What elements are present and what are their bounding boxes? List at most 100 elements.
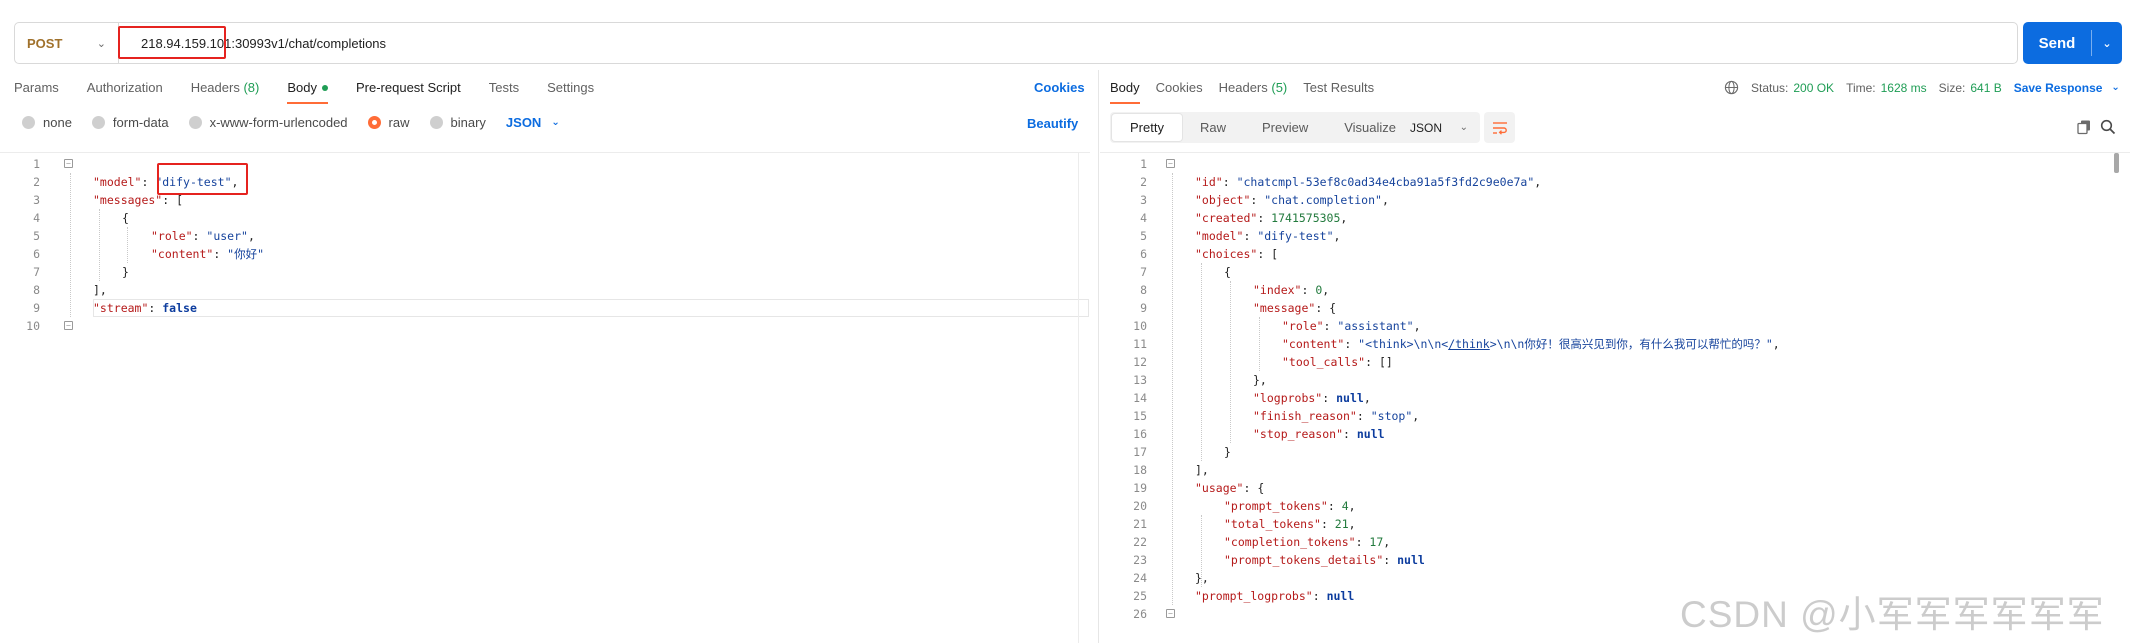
globe-icon[interactable] [1724, 80, 1739, 95]
json-null: null [1356, 427, 1385, 441]
indent-guide [99, 209, 100, 281]
json-key: "content" [151, 247, 214, 261]
view-pretty[interactable]: Pretty [1112, 114, 1182, 141]
body-format-select[interactable]: JSON ⌄ [506, 115, 560, 130]
json-null: null [1397, 553, 1425, 567]
tab-test-results[interactable]: Test Results [1303, 80, 1374, 95]
line-number: 20 [1133, 499, 1147, 513]
view-raw[interactable]: Raw [1182, 114, 1244, 141]
json-null: null [1326, 589, 1355, 603]
indent-guide [127, 227, 128, 263]
url-highlight-box [118, 26, 226, 59]
cookies-link[interactable]: Cookies [1034, 80, 1085, 95]
tab-count: (8) [243, 80, 260, 95]
code-line: } [1224, 445, 1231, 459]
line-number: 2 [33, 175, 40, 189]
search-icon[interactable] [2100, 119, 2116, 140]
fold-icon[interactable]: – [64, 321, 73, 330]
tab-label: Cookies [1155, 80, 1203, 95]
json-string: "<think>\n\n< [1358, 337, 1449, 351]
line-number: 8 [33, 283, 40, 297]
json-boolean: false [162, 301, 197, 315]
line-number: 4 [1140, 211, 1147, 225]
json-key: "tool_calls" [1282, 355, 1366, 369]
json-string: "chatcmpl-53ef8c0ad34e4cba91a5f3fd2c9e0e… [1236, 175, 1535, 189]
code-line: "usage": { [1195, 481, 1265, 495]
watermark: CSDN @小军军军军军军 [1680, 594, 2105, 635]
tab-label: Headers [190, 80, 240, 95]
radio-x-www-form-urlencoded[interactable]: x-www-form-urlencoded [188, 115, 348, 130]
response-format-select[interactable]: JSON ⌄ [1398, 112, 1480, 143]
tab-authorization[interactable]: Authorization [87, 80, 163, 95]
chevron-down-icon[interactable]: ⌄ [2092, 37, 2122, 50]
json-key: "usage" [1195, 481, 1244, 495]
tab-label: Tests [488, 80, 520, 95]
code-line-current: "stream": false [93, 299, 1089, 317]
line-number: 18 [1133, 463, 1147, 477]
line-number: 15 [1133, 409, 1147, 423]
time-value: 1628 ms [1880, 80, 1927, 95]
line-number: 6 [1140, 247, 1147, 261]
tab-response-headers[interactable]: Headers (5) [1219, 80, 1288, 95]
radio-circle-icon [188, 116, 202, 129]
tab-headers[interactable]: Headers (8) [191, 80, 260, 95]
beautify-link[interactable]: Beautify [1027, 116, 1078, 131]
tab-label: Params [14, 80, 59, 95]
status-code: Status: 200 OK [1751, 81, 1834, 95]
line-number: 2 [1140, 175, 1147, 189]
tab-tests[interactable]: Tests [489, 80, 519, 95]
pane-divider[interactable] [1098, 70, 1099, 643]
tab-body[interactable]: Body [287, 80, 328, 104]
radio-circle-icon [91, 116, 105, 129]
radio-form-data[interactable]: form-data [91, 115, 169, 130]
indent-guide [1172, 173, 1173, 605]
line-number: 24 [1133, 571, 1147, 585]
indent-guide [70, 173, 71, 317]
line-number: 19 [1133, 481, 1147, 495]
wrap-lines-button[interactable] [1484, 112, 1515, 143]
tab-response-body[interactable]: Body [1110, 80, 1140, 104]
method-select[interactable]: POST ⌄ [15, 23, 119, 63]
tab-pre-request-script[interactable]: Pre-request Script [356, 80, 461, 95]
json-number: 21 [1334, 517, 1349, 531]
code-line: }, [1195, 571, 1209, 585]
fold-icon[interactable]: – [1166, 609, 1175, 618]
tab-params[interactable]: Params [14, 80, 59, 95]
response-scrollbar[interactable] [2114, 153, 2119, 173]
code-line: "total_tokens": 21, [1224, 517, 1356, 531]
request-scrollbar[interactable] [1078, 152, 1090, 643]
url-path: v1/chat/completions [271, 35, 387, 51]
code-line: "stop_reason": null [1253, 427, 1385, 441]
json-string: "chat.completion" [1264, 193, 1382, 207]
radio-binary[interactable]: binary [429, 115, 486, 130]
tab-response-cookies[interactable]: Cookies [1156, 80, 1203, 95]
json-key: "stream" [93, 301, 149, 315]
json-key: "index" [1253, 283, 1302, 297]
json-key: "total_tokens" [1224, 517, 1321, 531]
status-label: Status: [1751, 80, 1789, 95]
tab-label: Body [287, 80, 317, 95]
copy-icon[interactable] [2076, 119, 2092, 140]
radio-raw[interactable]: raw [367, 115, 410, 130]
json-number: 17 [1369, 535, 1384, 549]
radio-label: binary [450, 115, 486, 130]
fold-icon[interactable]: – [1166, 159, 1175, 168]
wrap-lines-icon [1492, 121, 1507, 135]
time-label: Time: [1846, 80, 1876, 95]
response-body-viewer[interactable]: 1 2 3 4 5 6 7 8 9 10 11 12 13 14 15 16 1… [1100, 152, 2130, 643]
view-preview[interactable]: Preview [1244, 114, 1326, 141]
save-response-label: Save Response [2013, 80, 2103, 95]
fold-icon[interactable]: – [64, 159, 73, 168]
request-body-editor[interactable]: 1 2 3 4 5 6 7 8 9 10 – – "model": "dify-… [0, 152, 1090, 643]
json-string: "你好" [227, 247, 265, 261]
line-number: 1 [1140, 157, 1147, 171]
radio-label: x-www-form-urlencoded [209, 115, 348, 130]
tab-settings[interactable]: Settings [547, 80, 594, 95]
send-button[interactable]: Send ⌄ [2023, 22, 2122, 64]
radio-circle-icon [429, 116, 443, 129]
radio-none[interactable]: none [22, 115, 72, 130]
save-response-button[interactable]: Save Response ⌄ [2014, 81, 2120, 95]
line-number: 10 [1133, 319, 1147, 333]
code-line: "message": { [1253, 301, 1337, 315]
code-line: "created": 1741575305, [1195, 211, 1348, 225]
